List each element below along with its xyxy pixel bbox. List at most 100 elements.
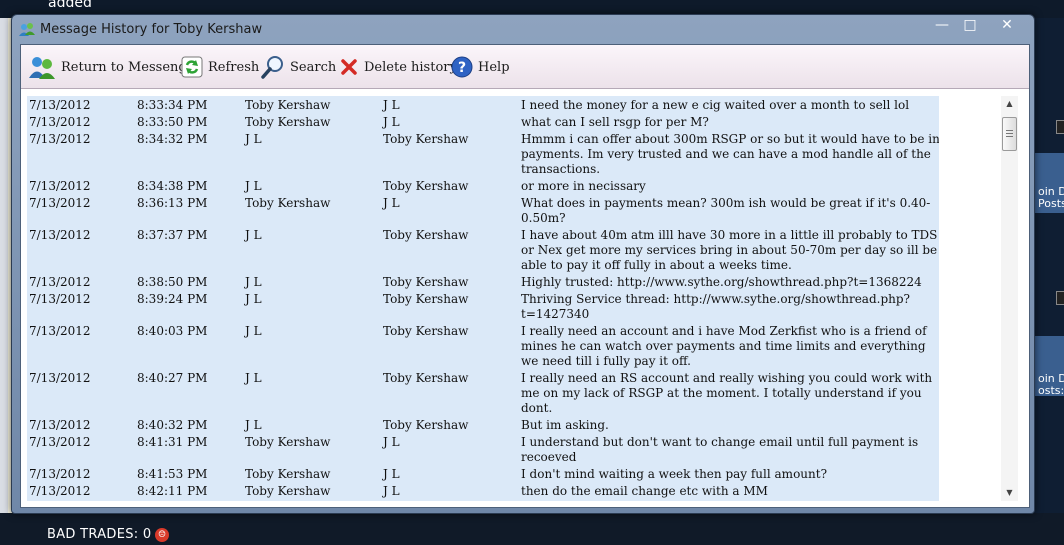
title-bar[interactable]: Message History for Toby Kershaw — □ ✕	[12, 15, 1034, 45]
background-text: added	[48, 0, 92, 11]
message-recipient: Toby Kershaw	[383, 324, 469, 338]
search-button[interactable]: Search	[261, 54, 336, 80]
message-time: 8:40:32 PM	[137, 418, 208, 432]
svg-text:?: ?	[458, 60, 466, 76]
message-recipient: J L	[383, 98, 400, 112]
message-text: Hmmm i can offer about 300m RSGP or so b…	[521, 132, 939, 176]
message-history-window: Message History for Toby Kershaw — □ ✕ R…	[11, 14, 1035, 514]
vertical-scrollbar[interactable]: ▲ ▼	[1001, 96, 1018, 501]
message-recipient: Toby Kershaw	[383, 418, 469, 432]
search-icon	[261, 56, 283, 79]
toolbar: Return to Messenger Refresh Search Delet…	[21, 45, 1029, 89]
message-text: But im asking.	[521, 418, 609, 432]
message-time: 8:33:50 PM	[137, 115, 208, 129]
bad-trades-label: BAD TRADES: 0	[47, 527, 152, 542]
message-sender: Toby Kershaw	[245, 115, 331, 129]
return-to-messenger-button[interactable]: Return to Messenger	[28, 54, 201, 80]
message-date: 7/13/2012	[29, 179, 91, 193]
help-button[interactable]: ? Help	[451, 54, 510, 80]
message-row[interactable]: 7/13/2012 8:37:37 PM J L Toby Kershaw I have…	[27, 226, 939, 273]
message-text: What does in payments mean? 300m ish wou…	[521, 196, 931, 225]
message-row[interactable]: 7/13/2012 8:36:13 PM Toby Kershaw J L What d…	[27, 194, 939, 226]
message-row[interactable]: 7/13/2012 8:34:32 PM J L Toby Kershaw Hmmm i…	[27, 130, 939, 177]
return-to-messenger-label: Return to Messenger	[61, 59, 201, 75]
message-sender: J L	[245, 179, 262, 193]
message-row[interactable]: 7/13/2012 8:41:53 PM Toby Kershaw J L I don'…	[27, 465, 939, 482]
message-recipient: Toby Kershaw	[383, 132, 469, 146]
background-button	[1056, 120, 1064, 134]
message-date: 7/13/2012	[29, 132, 91, 146]
message-text: I don't mind waiting a week then pay ful…	[521, 467, 827, 481]
message-time: 8:38:50 PM	[137, 275, 208, 289]
message-time: 8:34:38 PM	[137, 179, 208, 193]
message-time: 8:36:13 PM	[137, 196, 208, 210]
message-text: I really need an account and i have Mod …	[521, 324, 927, 368]
message-recipient: Toby Kershaw	[383, 292, 469, 306]
message-date: 7/13/2012	[29, 292, 91, 306]
background-page-right: oin D Posts oin D osts:	[1034, 18, 1064, 528]
message-time: 8:40:27 PM	[137, 371, 208, 385]
refresh-icon	[181, 56, 203, 78]
message-recipient: Toby Kershaw	[383, 228, 469, 242]
message-date: 7/13/2012	[29, 115, 91, 129]
message-date: 7/13/2012	[29, 484, 91, 498]
refresh-button[interactable]: Refresh	[181, 54, 259, 80]
search-label: Search	[290, 59, 337, 75]
message-date: 7/13/2012	[29, 98, 91, 112]
window-client-area: Return to Messenger Refresh Search Delet…	[20, 44, 1030, 508]
message-sender: J L	[245, 275, 262, 289]
message-time: 8:40:03 PM	[137, 324, 208, 338]
message-sender: Toby Kershaw	[245, 484, 331, 498]
message-recipient: Toby Kershaw	[383, 371, 469, 385]
help-icon: ?	[451, 56, 473, 78]
scroll-up-arrow-icon[interactable]: ▲	[1001, 96, 1018, 112]
delete-history-button[interactable]: Delete history	[339, 54, 457, 80]
message-history-list[interactable]: 7/13/2012 8:33:34 PM Toby Kershaw J L I need…	[27, 96, 939, 501]
maximize-button[interactable]: □	[957, 16, 983, 35]
message-row[interactable]: 7/13/2012 8:40:32 PM J L Toby Kershaw But im…	[27, 416, 939, 433]
message-date: 7/13/2012	[29, 275, 91, 289]
delete-history-label: Delete history	[364, 59, 457, 75]
refresh-label: Refresh	[208, 59, 260, 75]
message-date: 7/13/2012	[29, 418, 91, 432]
message-row[interactable]: 7/13/2012 8:34:38 PM J L Toby Kershaw or mor…	[27, 177, 939, 194]
help-label: Help	[478, 59, 510, 75]
message-row[interactable]: 7/13/2012 8:40:03 PM J L Toby Kershaw I real…	[27, 322, 939, 369]
message-row[interactable]: 7/13/2012 8:33:34 PM Toby Kershaw J L I need…	[27, 96, 939, 113]
message-sender: J L	[245, 228, 262, 242]
background-text: oin D Posts	[1038, 185, 1064, 210]
message-row[interactable]: 7/13/2012 8:41:31 PM Toby Kershaw J L I unde…	[27, 433, 939, 465]
message-text: I really need an RS account and really w…	[521, 371, 933, 415]
message-row[interactable]: 7/13/2012 8:39:24 PM J L Toby Kershaw Thrivi…	[27, 290, 939, 322]
background-page-edge	[0, 0, 8, 545]
message-text: Thriving Service thread: http://www.syth…	[521, 292, 910, 321]
message-recipient: J L	[383, 435, 400, 449]
message-row[interactable]: 7/13/2012 8:42:11 PM Toby Kershaw J L then d…	[27, 482, 939, 499]
scroll-down-arrow-icon[interactable]: ▼	[1001, 485, 1018, 501]
message-text: I have about 40m atm illl have 30 more i…	[521, 228, 938, 272]
message-time: 8:34:32 PM	[137, 132, 208, 146]
message-time: 8:39:24 PM	[137, 292, 208, 306]
message-sender: Toby Kershaw	[245, 196, 331, 210]
message-text: I understand but don't want to change em…	[521, 435, 919, 464]
message-sender: Toby Kershaw	[245, 98, 331, 112]
background-text: oin D osts:	[1038, 372, 1064, 397]
message-date: 7/13/2012	[29, 371, 91, 385]
message-date: 7/13/2012	[29, 467, 91, 481]
message-sender: Toby Kershaw	[245, 467, 331, 481]
message-sender: J L	[245, 292, 262, 306]
message-time: 8:33:34 PM	[137, 98, 208, 112]
message-sender: Toby Kershaw	[245, 435, 331, 449]
message-date: 7/13/2012	[29, 196, 91, 210]
message-recipient: J L	[383, 484, 400, 498]
message-time: 8:41:53 PM	[137, 467, 208, 481]
message-row[interactable]: 7/13/2012 8:33:50 PM Toby Kershaw J L what c…	[27, 113, 939, 130]
scroll-thumb[interactable]	[1002, 117, 1017, 151]
message-row[interactable]: 7/13/2012 8:40:27 PM J L Toby Kershaw I real…	[27, 369, 939, 416]
message-row[interactable]: 7/13/20128:42:35 PMJ LToby KershawThat i…	[27, 499, 939, 501]
message-row[interactable]: 7/13/2012 8:38:50 PM J L Toby Kershaw Highly…	[27, 273, 939, 290]
minimize-button[interactable]: —	[928, 16, 956, 35]
message-recipient: J L	[383, 115, 400, 129]
close-button[interactable]: ✕	[984, 16, 1030, 35]
delete-x-icon	[341, 59, 357, 75]
